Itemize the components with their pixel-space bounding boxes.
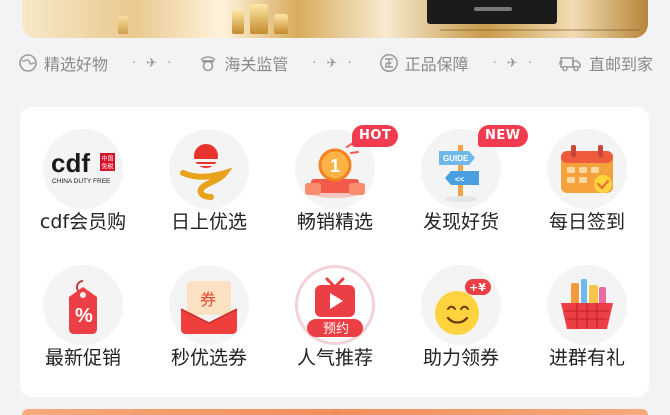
cdf-logo-icon: cdf 中国 免税 CHINA DUTY FREE [51, 148, 115, 185]
svg-text:CHINA DUTY FREE: CHINA DUTY FREE [52, 178, 111, 185]
new-badge: NEW [478, 125, 528, 147]
entry-label: 每日签到 [548, 211, 625, 233]
hot-badge: HOT [352, 125, 399, 147]
guarantee-item: 精选好物 [18, 51, 108, 75]
perfume-bottle-image [250, 4, 268, 34]
quick-entry-card: cdf 中国 免税 CHINA DUTY FREE cdf会员购 日上优选 1 … [20, 107, 649, 397]
svg-text:券: 券 [200, 290, 216, 309]
svg-text:cdf: cdf [51, 148, 90, 178]
customs-officer-icon [200, 56, 216, 72]
svg-text:+¥: +¥ [469, 281, 486, 294]
next-section-edge [22, 409, 648, 415]
authentic-seal-icon [379, 54, 398, 72]
guarantee-item: 海关监管 [198, 51, 288, 75]
entry-label: 秒优选券 [170, 347, 247, 369]
separator-plane-icon: · ✈ · [492, 55, 535, 71]
svg-text:GUIDE: GUIDE [443, 154, 469, 163]
entry-cdf-member[interactable]: cdf 中国 免税 CHINA DUTY FREE cdf会员购 [20, 107, 146, 233]
banner-fine-print [440, 29, 640, 31]
entry-join-group-gift[interactable]: 进群有礼 [524, 243, 650, 369]
svg-text:%: % [75, 305, 93, 327]
guarantee-label: 精选好物 [44, 55, 109, 74]
delivery-truck-icon [558, 57, 581, 72]
svg-text:<<: << [455, 175, 465, 184]
entry-label: 最新促销 [44, 347, 121, 369]
service-guarantee-bar: 精选好物 · ✈ · 海关监管 · ✈ · 正品保障 · ✈ · 直邮到家 [18, 50, 653, 76]
banner-cta-panel[interactable] [427, 0, 557, 24]
perfume-bottle-image [274, 14, 288, 34]
entry-bestseller[interactable]: 1 HOT 畅销精选 [272, 107, 399, 233]
entry-label: 进群有礼 [548, 347, 625, 369]
smiley-plus-icon: +¥ [435, 279, 491, 335]
promo-banner[interactable] [22, 0, 648, 38]
entry-label: 畅销精选 [296, 211, 373, 233]
guarantee-label: 海关监管 [224, 55, 289, 74]
entry-label: cdf会员购 [39, 211, 127, 233]
svg-text:预约: 预约 [323, 322, 349, 337]
guarantee-item: 正品保障 [379, 51, 469, 75]
entry-rishang-select[interactable]: 日上优选 [146, 107, 272, 233]
percent-tag-icon: % [69, 280, 97, 334]
entry-label: 日上优选 [170, 211, 247, 233]
entry-flash-coupons[interactable]: 券 秒优选券 [146, 243, 272, 369]
entry-label: 助力领券 [422, 347, 499, 369]
coupon-envelope-icon: 券 [180, 281, 238, 334]
svg-text:免税: 免税 [102, 163, 114, 171]
entry-assist-coupons[interactable]: +¥ 助力领券 [398, 243, 524, 369]
quick-entry-grid: cdf 中国 免税 CHINA DUTY FREE cdf会员购 日上优选 1 … [20, 107, 649, 397]
entry-label: 发现好货 [422, 211, 499, 233]
perfume-bottle-image [118, 16, 128, 34]
svg-text:中国: 中国 [102, 155, 114, 163]
guarantee-label: 直邮到家 [588, 55, 653, 74]
entry-latest-promotions[interactable]: % 最新促销 [20, 243, 146, 369]
entry-popular-picks[interactable]: 预约 人气推荐 [272, 243, 398, 369]
guarantee-item: 直邮到家 [558, 51, 653, 75]
tv-play-icon: 预约 [307, 277, 363, 337]
sunrise-logo-icon [180, 144, 233, 200]
entry-discover-goods[interactable]: GUIDE << NEW 发现好货 [398, 107, 528, 233]
entry-daily-checkin[interactable]: 每日签到 [524, 107, 650, 233]
separator-plane-icon: · ✈ · [312, 55, 355, 71]
globe-icon [19, 54, 37, 72]
guarantee-label: 正品保障 [404, 55, 469, 74]
calendar-checkin-icon [561, 145, 613, 193]
separator-plane-icon: · ✈ · [131, 55, 175, 71]
entry-label: 人气推荐 [296, 347, 373, 369]
perfume-bottle-image [232, 10, 244, 34]
gift-basket-icon [561, 279, 613, 329]
svg-text:1: 1 [330, 156, 340, 176]
